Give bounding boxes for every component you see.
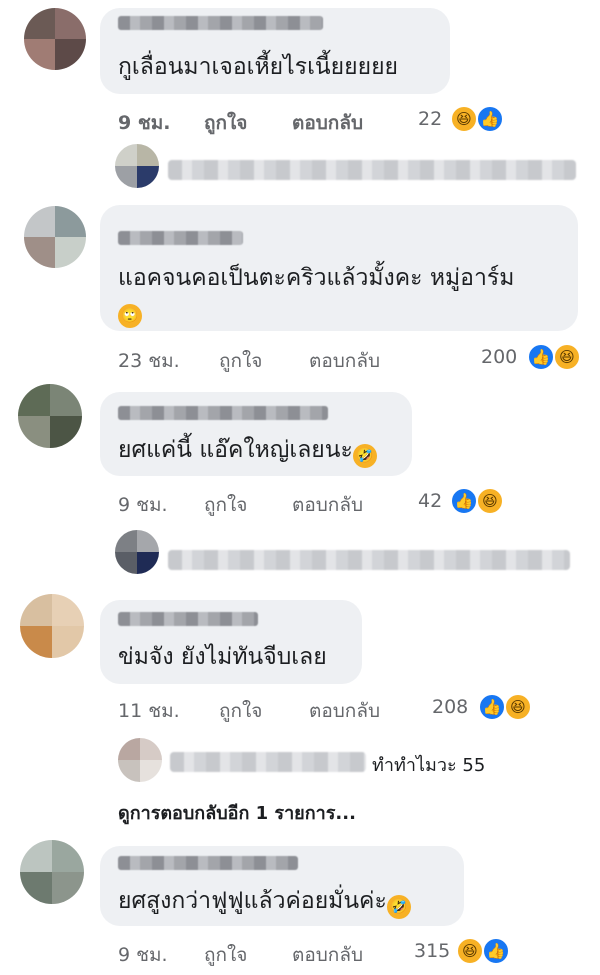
like-link[interactable]: ถูกใจ: [204, 940, 247, 970]
avatar[interactable]: [18, 384, 82, 448]
comment-bubble: กูเลื่อนมาเจอเหี้ยไรเนี้ยยยยย: [100, 8, 450, 94]
comment-text: ยศสูงกว่าฟูฟูแล้วค่อยมั่นค่ะ 🤣: [118, 886, 411, 919]
comment-text: แอคจนคอเป็นตะคริวแล้วมั้งคะ หมู่อาร์ม 🙄: [118, 262, 568, 328]
reaction-count[interactable]: 208: [432, 696, 468, 718]
reply-avatar[interactable]: [115, 530, 159, 574]
author-name-blurred[interactable]: [118, 231, 243, 245]
reply-avatar[interactable]: [118, 738, 162, 782]
reply-preview-text[interactable]: ทำทำไมวะ 55: [372, 750, 485, 779]
haha-icon[interactable]: 😆: [450, 105, 478, 133]
avatar[interactable]: [24, 206, 86, 268]
reply-preview-blurred[interactable]: [168, 550, 570, 570]
reply-link[interactable]: ตอบกลับ: [309, 346, 380, 376]
like-icon[interactable]: 👍: [476, 105, 504, 133]
like-link[interactable]: ถูกใจ: [204, 490, 247, 520]
haha-icon[interactable]: 😆: [553, 343, 581, 371]
author-name-blurred[interactable]: [118, 406, 328, 420]
like-link[interactable]: ถูกใจ: [204, 108, 247, 138]
comment-time[interactable]: 23 ชม.: [118, 346, 180, 376]
comment-text: ยศแค่นี้ แอ๊คใหญ่เลยนะ 🤣: [118, 435, 377, 468]
avatar[interactable]: [20, 594, 84, 658]
rofl-emoji-icon: 🤣: [386, 895, 411, 919]
haha-icon[interactable]: 😆: [456, 937, 484, 965]
like-icon[interactable]: 👍: [478, 693, 506, 721]
view-more-replies-link[interactable]: ดูการตอบกลับอีก 1 รายการ...: [118, 798, 356, 827]
comment-bubble: ข่มจัง ยังไม่ทันจีบเลย: [100, 600, 362, 684]
reaction-count[interactable]: 42: [418, 490, 442, 512]
avatar[interactable]: [24, 8, 86, 70]
like-icon[interactable]: 👍: [482, 937, 510, 965]
reaction-count[interactable]: 200: [481, 346, 517, 368]
comment-text: กูเลื่อนมาเจอเหี้ยไรเนี้ยยยยย: [118, 54, 399, 80]
reply-avatar[interactable]: [115, 144, 159, 188]
author-name-blurred[interactable]: [118, 612, 258, 626]
author-name-blurred[interactable]: [118, 16, 323, 30]
comment-text: ข่มจัง ยังไม่ทันจีบเลย: [118, 644, 327, 670]
avatar[interactable]: [20, 840, 84, 904]
like-icon[interactable]: 👍: [527, 343, 555, 371]
comment-time[interactable]: 11 ชม.: [118, 696, 180, 726]
comment-time[interactable]: 9 ชม.: [118, 490, 168, 520]
reaction-count[interactable]: 315: [414, 940, 450, 962]
reply-author-blurred[interactable]: [170, 752, 366, 772]
reply-link[interactable]: ตอบกลับ: [292, 490, 363, 520]
comment-bubble: ยศแค่นี้ แอ๊คใหญ่เลยนะ 🤣: [100, 392, 412, 476]
author-name-blurred[interactable]: [118, 856, 298, 870]
comment-bubble: ยศสูงกว่าฟูฟูแล้วค่อยมั่นค่ะ 🤣: [100, 846, 464, 926]
like-icon[interactable]: 👍: [450, 487, 478, 515]
reply-preview-blurred[interactable]: [168, 160, 576, 180]
comment-time[interactable]: 9 ชม.: [118, 108, 170, 138]
comment-time[interactable]: 9 ชม.: [118, 940, 168, 970]
haha-icon[interactable]: 😆: [504, 693, 532, 721]
reply-link[interactable]: ตอบกลับ: [309, 696, 380, 726]
reply-link[interactable]: ตอบกลับ: [292, 940, 363, 970]
haha-icon[interactable]: 😆: [476, 487, 504, 515]
eye-roll-emoji-icon: 🙄: [118, 304, 142, 328]
rofl-emoji-icon: 🤣: [352, 444, 377, 468]
reaction-count[interactable]: 22: [418, 108, 442, 130]
like-link[interactable]: ถูกใจ: [219, 696, 262, 726]
like-link[interactable]: ถูกใจ: [219, 346, 262, 376]
reply-link[interactable]: ตอบกลับ: [292, 108, 363, 138]
comment-bubble: แอคจนคอเป็นตะคริวแล้วมั้งคะ หมู่อาร์ม 🙄: [100, 205, 578, 331]
